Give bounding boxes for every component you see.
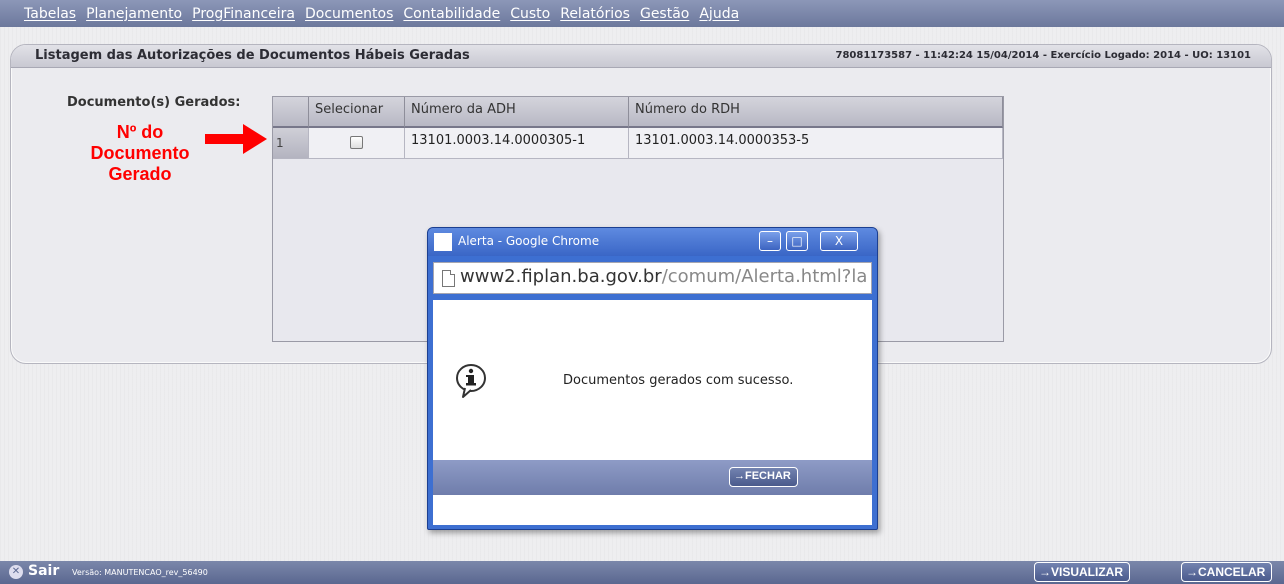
column-header-adh[interactable]: Número da ADH: [405, 97, 629, 128]
adh-number-cell[interactable]: 13101.0003.14.0000305-1: [405, 128, 629, 159]
annotation-label: Nº do Documento Gerado: [90, 122, 190, 184]
menu-progfinanceira[interactable]: ProgFinanceira: [192, 6, 295, 22]
page-title: Listagem das Autorizações de Documentos …: [35, 48, 470, 63]
maximize-icon[interactable]: □: [786, 231, 808, 251]
url-text: www2.fiplan.ba.gov.br/comum/Alerta.html?…: [460, 266, 867, 287]
row-index: 1: [273, 128, 309, 159]
page-icon: [442, 270, 455, 287]
menu-custo[interactable]: Custo: [510, 6, 550, 22]
menu-gestao[interactable]: Gestão: [640, 6, 689, 22]
alert-dialog: Alerta - Google Chrome – □ X www2.fiplan…: [427, 227, 878, 530]
url-path: /comum/Alerta.html?la: [661, 266, 868, 287]
close-icon[interactable]: X: [820, 231, 858, 251]
dialog-bottom-area: [433, 495, 872, 525]
generated-documents-label: Documento(s) Gerados:: [67, 95, 241, 110]
minimize-icon[interactable]: –: [759, 231, 781, 251]
annotation-arrow-icon: [205, 124, 267, 154]
menu-ajuda[interactable]: Ajuda: [699, 6, 739, 22]
menu-tabelas[interactable]: Tabelas: [24, 6, 76, 22]
info-icon: [456, 364, 486, 398]
menu-contabilidade[interactable]: Contabilidade: [403, 6, 500, 22]
fechar-button[interactable]: →FECHAR: [729, 467, 798, 487]
rdh-number-cell[interactable]: 13101.0003.14.0000353-5: [629, 128, 1003, 159]
column-header-selecionar[interactable]: Selecionar: [309, 97, 405, 128]
session-info: 78081173587 - 11:42:24 15/04/2014 - Exer…: [835, 50, 1251, 61]
column-header-rdh[interactable]: Número do RDH: [629, 97, 1003, 128]
url-bar[interactable]: www2.fiplan.ba.gov.br/comum/Alerta.html?…: [433, 262, 872, 294]
dialog-title: Alerta - Google Chrome: [458, 234, 600, 248]
top-menu-bar: Tabelas Planejamento ProgFinanceira Docu…: [0, 0, 1284, 27]
bottom-status-bar: ✕ Sair Versão: MANUTENCAO_rev_56490 →VIS…: [0, 561, 1284, 584]
version-label: Versão: MANUTENCAO_rev_56490: [72, 568, 208, 577]
dialog-body: Documentos gerados com sucesso.: [433, 300, 872, 460]
column-header-index: [273, 97, 309, 128]
url-host: www2.fiplan.ba.gov.br: [460, 266, 662, 287]
alert-message: Documentos gerados com sucesso.: [563, 373, 794, 388]
select-cell: [309, 128, 405, 159]
exit-icon[interactable]: ✕: [9, 565, 23, 579]
dialog-footer: →FECHAR: [433, 460, 872, 495]
menu-planejamento[interactable]: Planejamento: [86, 6, 182, 22]
exit-link[interactable]: Sair: [28, 563, 59, 579]
select-checkbox[interactable]: [350, 136, 363, 149]
menu-documentos[interactable]: Documentos: [305, 6, 393, 22]
dialog-titlebar[interactable]: Alerta - Google Chrome – □ X: [428, 228, 877, 256]
app-icon: [434, 233, 452, 251]
menu-relatorios[interactable]: Relatórios: [560, 6, 630, 22]
cancelar-button[interactable]: →CANCELAR: [1181, 562, 1273, 582]
visualizar-button[interactable]: →VISUALIZAR: [1034, 562, 1130, 582]
panel-header: Listagem das Autorizações de Documentos …: [11, 45, 1271, 68]
